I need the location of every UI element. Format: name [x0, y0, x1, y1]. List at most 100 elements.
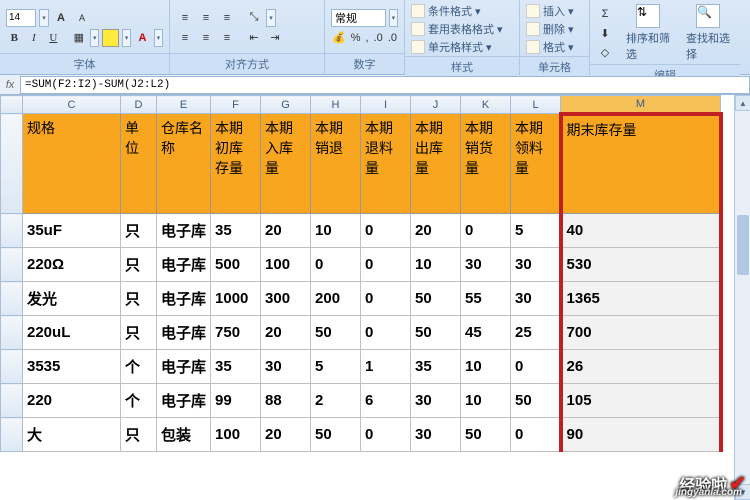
border-dropdown[interactable]: ▾ [90, 29, 99, 47]
header-spec[interactable]: 规格 [23, 114, 121, 214]
cell[interactable]: 1000 [211, 282, 261, 316]
cell[interactable]: 220uL [23, 316, 121, 350]
cell[interactable]: 40 [561, 214, 721, 248]
cell[interactable]: 0 [361, 282, 411, 316]
cell[interactable]: 0 [361, 316, 411, 350]
find-select-button[interactable]: 🔍 查找和选择 [682, 2, 734, 64]
autosum-icon[interactable]: Σ [596, 5, 614, 23]
orientation-icon[interactable]: ⤡ [245, 9, 263, 27]
cell[interactable]: 35uF [23, 214, 121, 248]
header-sales-return[interactable]: 本期销退 [311, 114, 361, 214]
number-format-dropdown[interactable]: ▾ [389, 9, 398, 27]
cell[interactable]: 个 [121, 384, 157, 418]
cell[interactable]: 45 [461, 316, 511, 350]
cell[interactable]: 30 [461, 248, 511, 282]
cell[interactable]: 20 [261, 214, 311, 248]
col-header-H[interactable]: H [311, 96, 361, 114]
bold-button[interactable]: B [6, 29, 23, 47]
cell[interactable]: 100 [211, 418, 261, 452]
italic-button[interactable]: I [26, 29, 43, 47]
cell-styles-button[interactable]: 单元格样式▾ [411, 38, 513, 56]
col-header-E[interactable]: E [157, 96, 211, 114]
col-header-J[interactable]: J [411, 96, 461, 114]
align-center-icon[interactable]: ≡ [197, 29, 215, 47]
select-all-corner[interactable] [1, 96, 23, 114]
align-middle-icon[interactable]: ≡ [197, 9, 215, 27]
cell[interactable]: 35 [211, 350, 261, 384]
row-header[interactable] [1, 384, 23, 418]
row-header-1[interactable] [1, 114, 23, 214]
cell[interactable]: 只 [121, 418, 157, 452]
scroll-thumb[interactable] [737, 215, 749, 275]
fx-icon[interactable]: fx [0, 79, 20, 91]
scroll-up-icon[interactable]: ▲ [735, 95, 750, 111]
underline-button[interactable]: U [45, 29, 62, 47]
decrease-indent-icon[interactable]: ⇤ [245, 29, 263, 47]
cell[interactable]: 105 [561, 384, 721, 418]
align-bottom-icon[interactable]: ≡ [218, 9, 236, 27]
header-out[interactable]: 本期出库量 [411, 114, 461, 214]
cell[interactable]: 300 [261, 282, 311, 316]
cell[interactable]: 50 [461, 418, 511, 452]
cell[interactable]: 电子库 [157, 282, 211, 316]
cell[interactable]: 大 [23, 418, 121, 452]
cell[interactable]: 50 [411, 282, 461, 316]
row-header[interactable] [1, 214, 23, 248]
cell[interactable]: 26 [561, 350, 721, 384]
decrease-decimal-icon[interactable]: .0 [387, 29, 398, 47]
cell[interactable]: 220 [23, 384, 121, 418]
cell[interactable]: 90 [561, 418, 721, 452]
align-right-icon[interactable]: ≡ [218, 29, 236, 47]
cell[interactable]: 50 [511, 384, 561, 418]
cell[interactable]: 10 [461, 350, 511, 384]
cell[interactable]: 50 [411, 316, 461, 350]
header-warehouse[interactable]: 仓库名称 [157, 114, 211, 214]
increase-font-icon[interactable]: A [52, 9, 70, 27]
number-format-select[interactable]: 常规 [331, 9, 386, 27]
col-header-G[interactable]: G [261, 96, 311, 114]
cell[interactable]: 55 [461, 282, 511, 316]
cell[interactable]: 0 [361, 248, 411, 282]
cell[interactable]: 0 [311, 248, 361, 282]
cell[interactable]: 30 [411, 384, 461, 418]
cell[interactable]: 电子库 [157, 316, 211, 350]
cell[interactable]: 50 [311, 418, 361, 452]
cell[interactable]: 6 [361, 384, 411, 418]
insert-button[interactable]: 插入▾ [526, 2, 583, 20]
cell[interactable]: 500 [211, 248, 261, 282]
cell[interactable]: 0 [361, 214, 411, 248]
cell[interactable]: 99 [211, 384, 261, 418]
cell[interactable]: 只 [121, 214, 157, 248]
col-header-C[interactable]: C [23, 96, 121, 114]
border-button[interactable]: ▦ [71, 29, 88, 47]
cell[interactable]: 0 [461, 214, 511, 248]
fill-icon[interactable]: ⬇ [596, 24, 614, 42]
cell[interactable]: 30 [261, 350, 311, 384]
percent-icon[interactable]: % [350, 29, 362, 47]
cell[interactable]: 0 [511, 350, 561, 384]
col-header-D[interactable]: D [121, 96, 157, 114]
cell[interactable]: 20 [411, 214, 461, 248]
fill-color-button[interactable] [102, 29, 119, 47]
row-header[interactable] [1, 316, 23, 350]
cell[interactable]: 750 [211, 316, 261, 350]
cell[interactable]: 只 [121, 248, 157, 282]
header-begin-stock[interactable]: 本期初库存量 [211, 114, 261, 214]
clear-icon[interactable]: ◇ [596, 43, 614, 61]
cell[interactable]: 电子库 [157, 248, 211, 282]
cell[interactable]: 5 [511, 214, 561, 248]
align-left-icon[interactable]: ≡ [176, 29, 194, 47]
cell[interactable]: 30 [411, 418, 461, 452]
cell[interactable]: 100 [261, 248, 311, 282]
cell[interactable]: 个 [121, 350, 157, 384]
delete-button[interactable]: 删除▾ [526, 20, 583, 38]
sort-filter-button[interactable]: ⇅ 排序和筛选 [622, 2, 674, 64]
col-header-M[interactable]: M [561, 96, 721, 114]
vertical-scrollbar[interactable]: ▲ ▼ [734, 95, 750, 500]
row-header[interactable] [1, 248, 23, 282]
cell[interactable]: 700 [561, 316, 721, 350]
cell[interactable]: 30 [511, 282, 561, 316]
cell[interactable]: 电子库 [157, 214, 211, 248]
cell[interactable]: 只 [121, 316, 157, 350]
align-top-icon[interactable]: ≡ [176, 9, 194, 27]
